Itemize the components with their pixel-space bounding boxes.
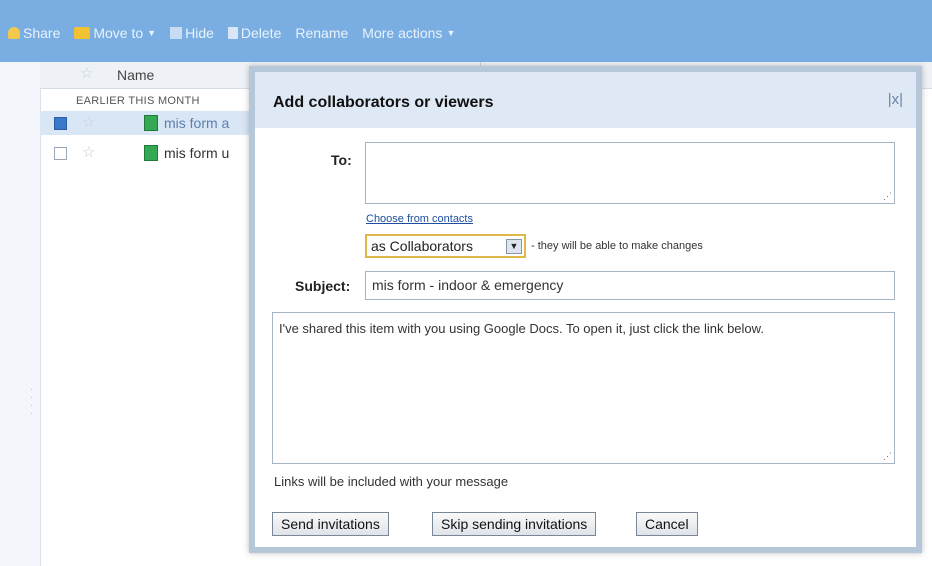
- hide-icon: [170, 27, 183, 39]
- left-panel: [0, 62, 41, 566]
- more-actions-label: More actions: [362, 25, 443, 41]
- column-name-label[interactable]: Name: [117, 67, 154, 83]
- move-to-button[interactable]: Move to ▼: [74, 25, 156, 41]
- role-select[interactable]: as Collaborators ▼: [365, 234, 526, 258]
- star-column-icon: ☆: [80, 65, 94, 82]
- list-item[interactable]: ☆ mis form u: [40, 141, 260, 165]
- delete-button[interactable]: Delete: [227, 25, 282, 41]
- hide-label: Hide: [185, 25, 214, 41]
- choose-contacts-link[interactable]: Choose from contacts: [366, 213, 473, 225]
- item-title[interactable]: mis form a: [164, 115, 229, 131]
- send-invitations-button[interactable]: Send invitations: [272, 512, 389, 536]
- chevron-down-icon[interactable]: ▼: [506, 239, 522, 254]
- subject-field[interactable]: mis form - indoor & emergency: [365, 271, 895, 300]
- dialog-header: Add collaborators or viewers |x|: [255, 72, 916, 128]
- resize-grip-icon[interactable]: · · · ·: [30, 385, 33, 419]
- spreadsheet-icon: [144, 145, 158, 161]
- top-toolbar: Share Move to ▼ Hide Delete Rename More …: [0, 0, 932, 62]
- chevron-down-icon: ▼: [147, 28, 157, 38]
- trash-icon: [227, 27, 238, 39]
- to-label: To:: [331, 152, 352, 168]
- share-button[interactable]: Share: [8, 25, 60, 41]
- delete-label: Delete: [240, 25, 282, 41]
- row-checkbox[interactable]: [54, 147, 67, 160]
- share-dialog: Add collaborators or viewers |x| To: ⋰ C…: [249, 66, 922, 553]
- close-icon[interactable]: |x|: [887, 90, 904, 109]
- rename-label: Rename: [295, 25, 349, 41]
- toolbar-actions: Share Move to ▼ Hide Delete Rename More …: [0, 20, 469, 46]
- folder-icon: [74, 27, 91, 39]
- role-select-value: as Collaborators: [371, 238, 473, 254]
- skip-invitations-button[interactable]: Skip sending invitations: [432, 512, 597, 536]
- item-title[interactable]: mis form u: [164, 145, 229, 161]
- role-hint: - they will be able to make changes: [531, 240, 703, 252]
- dialog-title: Add collaborators or viewers: [273, 94, 494, 111]
- rename-button[interactable]: Rename: [295, 25, 348, 41]
- chevron-down-icon: ▼: [446, 28, 456, 38]
- move-to-label: Move to: [93, 25, 144, 41]
- list-item[interactable]: ☆ mis form a: [40, 111, 260, 135]
- cancel-button[interactable]: Cancel: [636, 512, 698, 536]
- hide-button[interactable]: Hide: [170, 25, 214, 41]
- to-field[interactable]: ⋰: [365, 142, 895, 204]
- share-icon: [8, 27, 20, 39]
- links-note: Links will be included with your message: [274, 474, 509, 489]
- subject-label: Subject:: [295, 278, 351, 294]
- spreadsheet-icon: [144, 115, 158, 131]
- more-actions-button[interactable]: More actions ▼: [362, 25, 455, 41]
- star-icon[interactable]: ☆: [82, 113, 95, 131]
- message-field[interactable]: I've shared this item with you using Goo…: [272, 312, 895, 464]
- row-checkbox[interactable]: [54, 117, 67, 130]
- share-label: Share: [23, 25, 61, 41]
- message-text: I've shared this item with you using Goo…: [279, 321, 764, 336]
- star-icon[interactable]: ☆: [82, 143, 95, 161]
- resize-handle-icon[interactable]: ⋰: [883, 191, 892, 202]
- section-label: EARLIER THIS MONTH: [76, 95, 200, 107]
- resize-handle-icon[interactable]: ⋰: [883, 451, 892, 462]
